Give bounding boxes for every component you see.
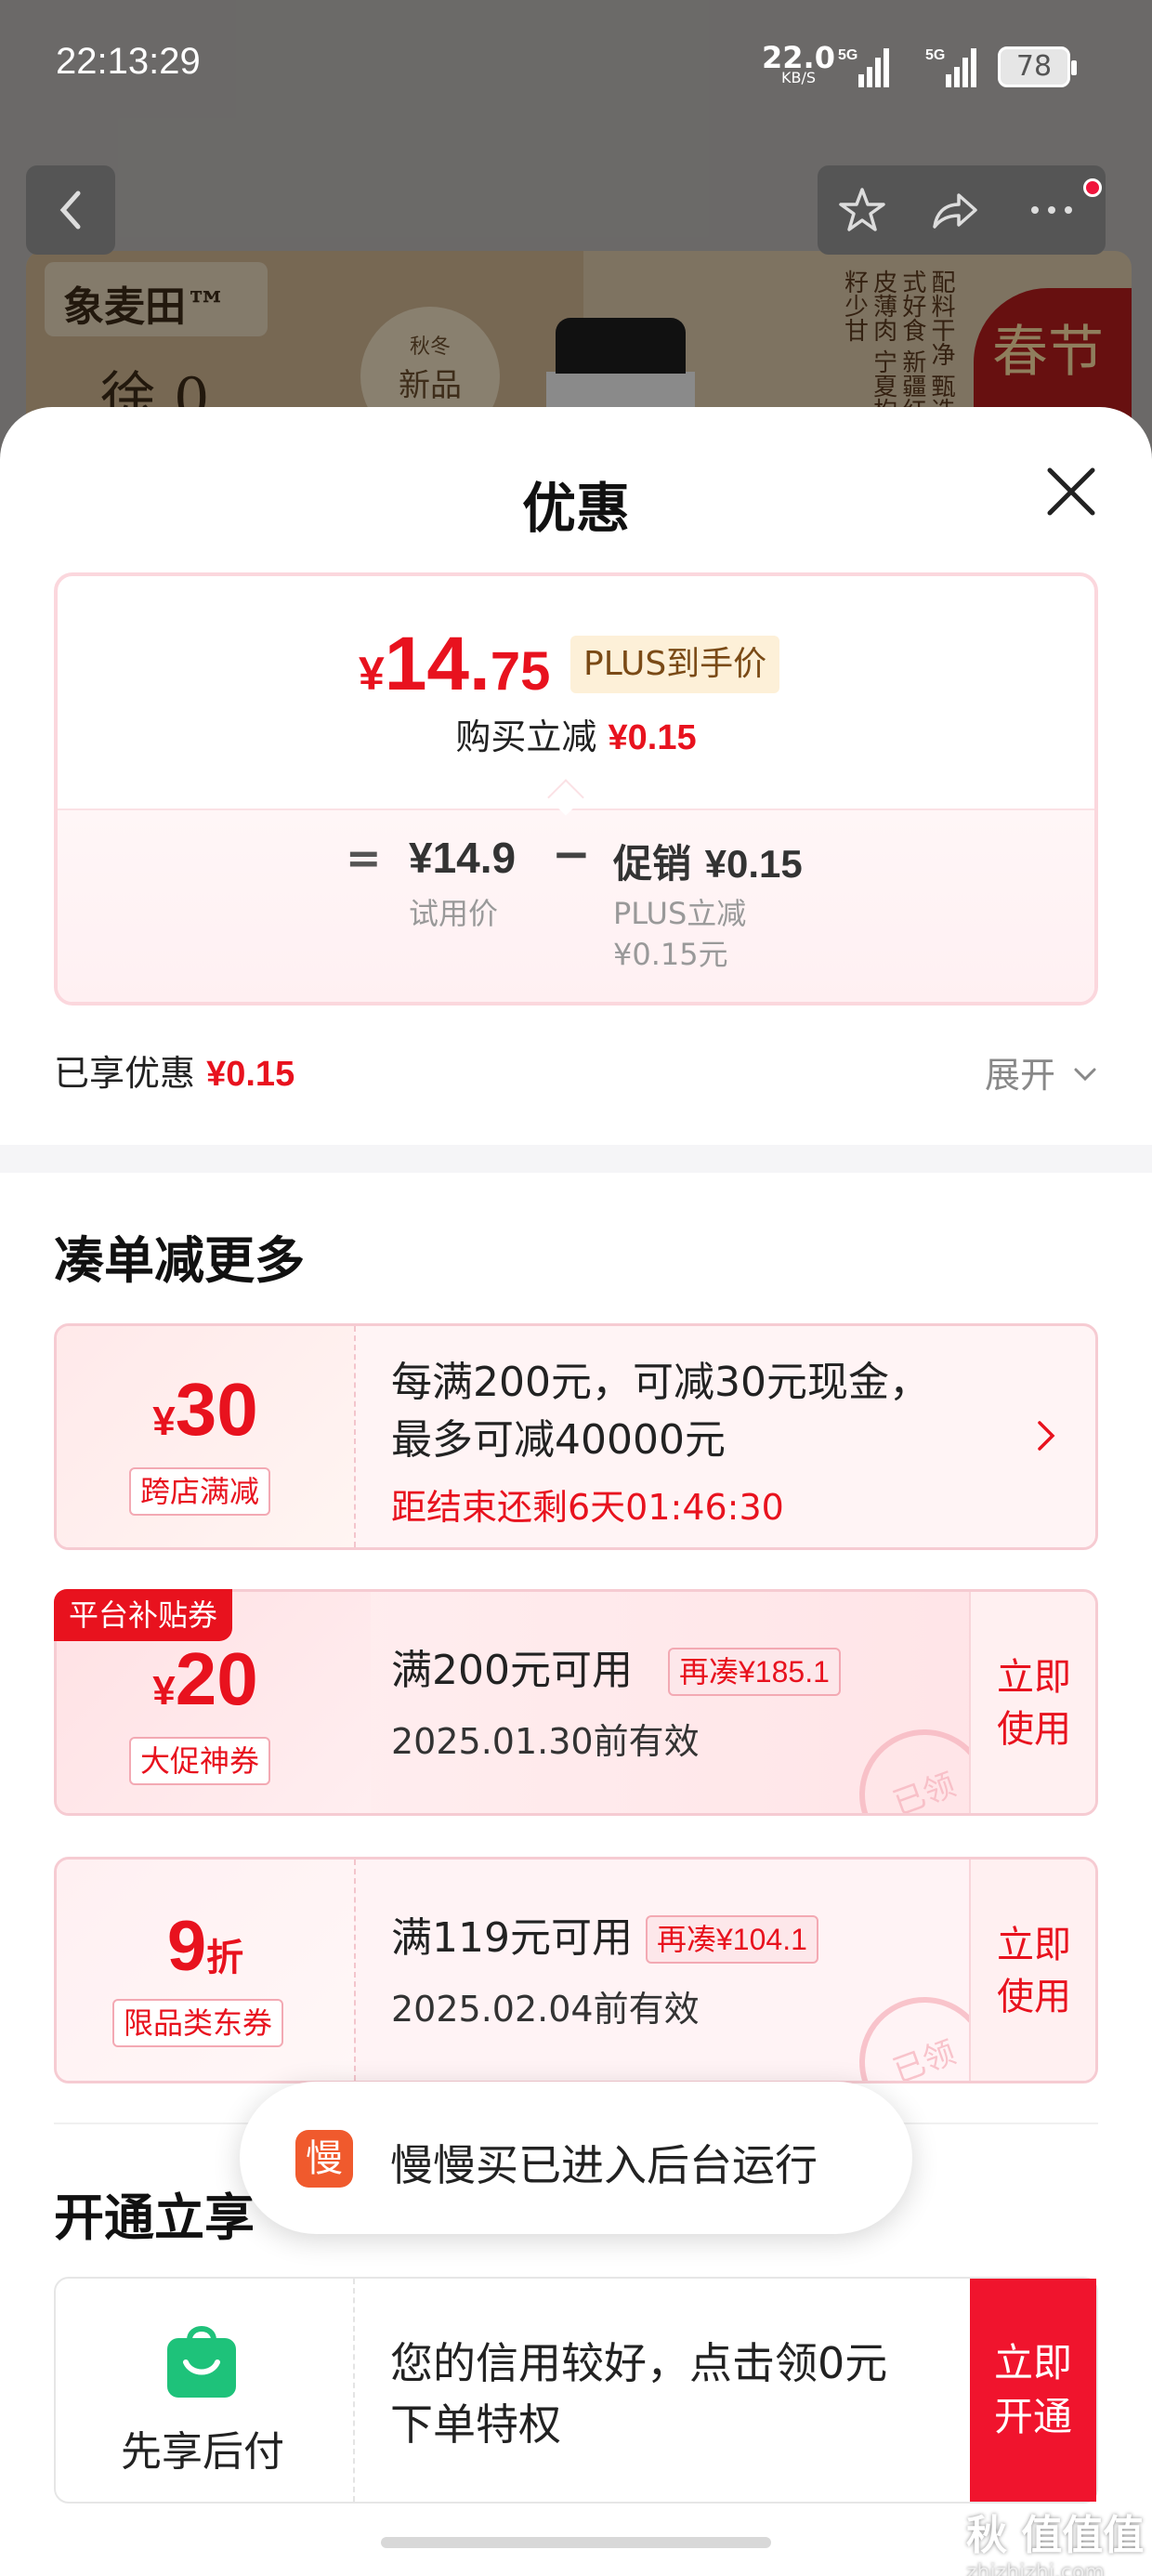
trial-price: ¥14.9: [409, 834, 517, 882]
coupon-countdown: 距结束还剩6天01:46:30: [391, 1487, 784, 1528]
bnpl-desc: 您的信用较好，点击领0元 下单特权: [390, 2338, 888, 2450]
status-time: 22:13:29: [56, 41, 201, 82]
use-now-button[interactable]: 立即 使用: [969, 1860, 1095, 2081]
svg-text:5G: 5G: [838, 47, 857, 63]
chevron-down-icon[interactable]: [1070, 1059, 1100, 1089]
trial-price-label: 试用价: [409, 896, 499, 931]
coupon-card-cross-store[interactable]: ¥30 跨店满减 每满200元，可减30元现金， 最多可减40000元 距结束还…: [54, 1323, 1098, 1550]
promo-discount: 促销 ¥0.15: [613, 841, 803, 887]
signal-icon-2: 5G: [925, 47, 976, 87]
use-now-button[interactable]: 立即 使用: [969, 1592, 1095, 1813]
equals-sign: =: [346, 833, 382, 883]
star-icon[interactable]: [836, 184, 888, 236]
coupon-extra-needed: 再凑¥104.1: [646, 1915, 818, 1964]
back-button[interactable]: [26, 165, 115, 255]
coupon-condition: 满119元可用: [391, 1914, 633, 1962]
net-speed: 22.0 KB/S: [762, 40, 835, 86]
final-price: ¥14.75: [359, 622, 551, 706]
plus-discount-label: PLUS立减: [613, 896, 747, 931]
coupon-amount: ¥30: [152, 1368, 258, 1451]
coupon-separator: [354, 1326, 356, 1547]
shopping-bag-icon: [167, 2326, 236, 2398]
svg-text:5G: 5G: [925, 47, 945, 63]
coupon-type-tag: 跨店满减: [129, 1467, 271, 1516]
app-icon: 慢: [295, 2130, 353, 2188]
open-now-button[interactable]: 立即 开通: [970, 2279, 1096, 2502]
coupon-desc-line2: 最多可减40000元: [391, 1416, 726, 1464]
coupon-validity: 2025.01.30前有效: [391, 1721, 700, 1762]
coupon-extra-needed: 再凑¥185.1: [668, 1648, 841, 1696]
plus-discount-value: ¥0.15元: [613, 937, 728, 972]
coupon-desc-line1: 每满200元，可减30元现金，: [391, 1359, 930, 1406]
enjoyed-discount: 已享优惠 ¥0.15: [54, 1053, 295, 1094]
battery-icon: 78: [998, 46, 1077, 87]
more-icon[interactable]: [1024, 184, 1080, 236]
bnpl-label: 先享后付: [121, 2428, 284, 2476]
close-icon[interactable]: [1037, 457, 1106, 526]
share-icon[interactable]: [929, 184, 981, 236]
home-indicator[interactable]: [381, 2537, 771, 2548]
chevron-left-icon: [59, 191, 81, 230]
coupon-validity: 2025.02.04前有效: [391, 1989, 700, 2030]
plus-price-tag: PLUS到手价: [570, 636, 780, 693]
minus-sign: −: [552, 827, 591, 881]
notification-dot: [1083, 178, 1102, 197]
signal-icon-1: 5G: [838, 47, 889, 87]
toast-text: 慢慢买已进入后台运行: [390, 2140, 818, 2190]
watermark: 秋 值值值 zhizhizhi.com: [966, 2512, 1145, 2576]
instant-discount: 购买立减 ¥0.15: [455, 716, 697, 757]
chevron-right-icon: [1038, 1421, 1055, 1451]
coupon-type-tag: 限品类东券: [112, 1999, 284, 2047]
sheet-title: 优惠: [521, 477, 630, 540]
coupon-condition: 满200元可用: [391, 1647, 633, 1694]
card-separator: [353, 2279, 355, 2502]
platform-subsidy-tag: 平台补贴券: [54, 1589, 233, 1641]
action-bar: [818, 165, 1106, 255]
coupon-type-tag: 大促神券: [129, 1737, 271, 1785]
section-divider: [0, 1145, 1152, 1173]
coupon-amount: 9折: [166, 1907, 244, 1986]
expand-button[interactable]: 展开: [985, 1046, 1055, 1097]
coupon-amount: ¥20: [152, 1637, 258, 1720]
section-title-more: 凑单减更多: [54, 1231, 305, 1290]
coupon-separator: [354, 1860, 356, 2081]
section-title-open: 开通立享: [54, 2188, 255, 2247]
coupon-card-category[interactable]: 9折 限品类东券 满119元可用 再凑¥104.1 2025.02.04前有效 …: [54, 1857, 1098, 2083]
